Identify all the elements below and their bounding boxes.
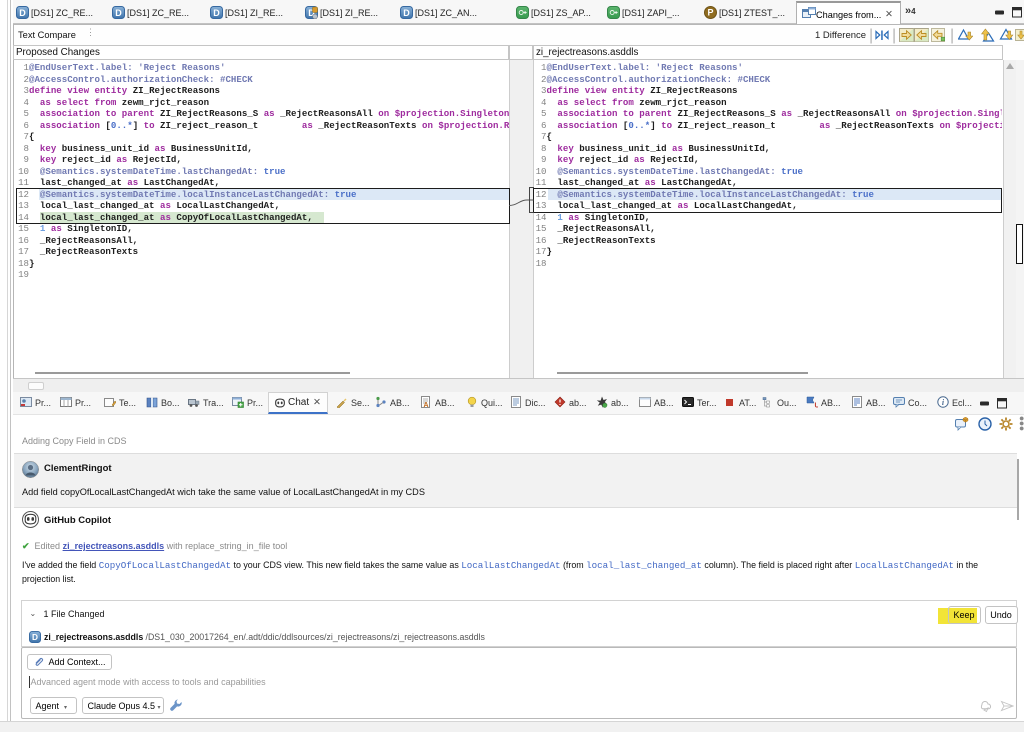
svg-text:D: D xyxy=(213,8,220,18)
svg-text:P: P xyxy=(707,8,713,18)
svg-text:D: D xyxy=(32,632,38,642)
svg-text:D: D xyxy=(115,8,122,18)
svg-text:U: U xyxy=(815,403,819,409)
svg-text:D: D xyxy=(19,8,26,18)
svg-text:D: D xyxy=(403,8,410,18)
svg-text:A: A xyxy=(423,402,428,408)
